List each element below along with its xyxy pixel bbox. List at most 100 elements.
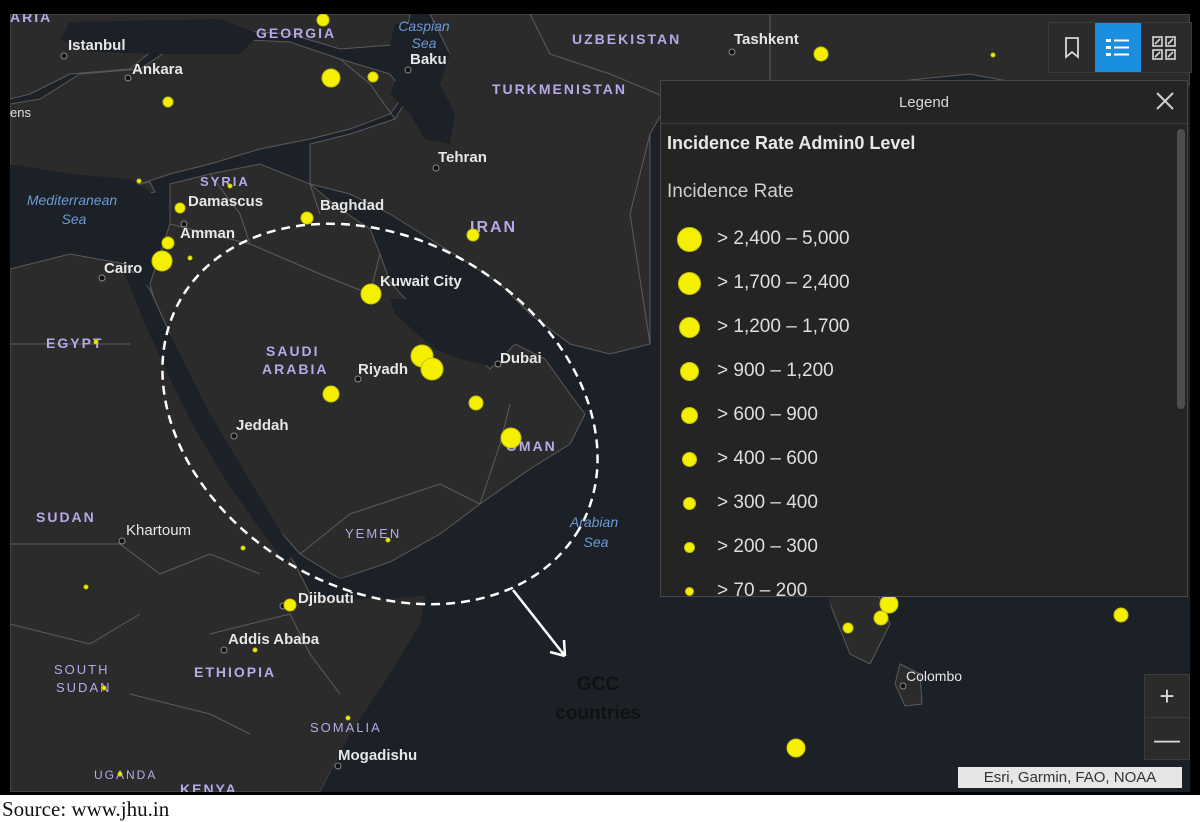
legend-symbol bbox=[682, 496, 696, 510]
legend-item: > 1,700 – 2,400 bbox=[661, 261, 1171, 305]
city-jeddah: Jeddah bbox=[236, 417, 289, 434]
label-uganda: UGANDA bbox=[94, 768, 157, 782]
basemap-button[interactable] bbox=[1141, 23, 1187, 72]
incidence-marker[interactable] bbox=[420, 357, 444, 381]
label-south: SOUTH bbox=[54, 662, 110, 677]
label-caspian-sea: Sea bbox=[412, 35, 437, 51]
bookmark-button[interactable] bbox=[1049, 23, 1095, 72]
incidence-marker[interactable] bbox=[322, 385, 340, 403]
city-damascus: Damascus bbox=[188, 193, 263, 210]
legend-symbol bbox=[683, 541, 695, 553]
legend-item: > 400 – 600 bbox=[661, 437, 1171, 481]
close-icon[interactable] bbox=[1153, 89, 1177, 113]
incidence-marker[interactable] bbox=[136, 178, 142, 184]
legend-layer-title: Incidence Rate Admin0 Level bbox=[667, 133, 916, 153]
legend-item: > 70 – 200 bbox=[661, 569, 1171, 613]
incidence-marker[interactable] bbox=[101, 685, 107, 691]
label-arabian-sea: Sea bbox=[584, 534, 609, 550]
legend-item: > 600 – 900 bbox=[661, 393, 1171, 437]
incidence-marker[interactable] bbox=[240, 545, 246, 551]
city-amman: Amman bbox=[180, 225, 235, 242]
legend-symbol bbox=[684, 586, 694, 596]
list-icon bbox=[1106, 38, 1129, 56]
incidence-marker[interactable] bbox=[990, 52, 996, 58]
legend-field-title: Incidence Rate bbox=[667, 181, 794, 202]
label-turkmenistan: TURKMENISTAN bbox=[492, 81, 627, 97]
incidence-marker[interactable] bbox=[161, 236, 175, 250]
legend-item-label: > 200 – 300 bbox=[717, 536, 818, 557]
zoom-in-button[interactable]: + bbox=[1145, 675, 1189, 717]
gcc-label-line2: countries bbox=[555, 703, 641, 724]
incidence-marker[interactable] bbox=[360, 283, 382, 305]
label-ethiopia: ETHIOPIA bbox=[194, 664, 276, 680]
map-frame: ARIA GEORGIA UZBEKISTAN TURKMENISTAN SYR… bbox=[0, 0, 1200, 795]
incidence-marker[interactable] bbox=[162, 96, 174, 108]
label-kenya: KENYA bbox=[180, 781, 238, 792]
incidence-marker[interactable] bbox=[283, 598, 297, 612]
zoom-control: + — bbox=[1144, 674, 1190, 760]
city-mogadishu: Mogadishu bbox=[338, 747, 417, 764]
label-arabian: Arabian bbox=[569, 514, 618, 530]
incidence-marker[interactable] bbox=[367, 71, 379, 83]
legend-item-label: > 900 – 1,200 bbox=[717, 360, 834, 381]
legend-symbol bbox=[676, 226, 702, 252]
incidence-marker[interactable] bbox=[151, 250, 173, 272]
source-caption: Source: www.jhu.in bbox=[2, 797, 170, 821]
legend-item: > 200 – 300 bbox=[661, 525, 1171, 569]
city-tashkent: Tashkent bbox=[734, 31, 799, 48]
incidence-marker[interactable] bbox=[321, 68, 341, 88]
city-ankara: Ankara bbox=[132, 61, 184, 78]
incidence-marker[interactable] bbox=[468, 395, 484, 411]
incidence-marker[interactable] bbox=[174, 202, 186, 214]
label-caspian: Caspian bbox=[398, 18, 450, 34]
incidence-marker[interactable] bbox=[227, 183, 233, 189]
legend-button[interactable] bbox=[1095, 23, 1141, 72]
incidence-marker[interactable] bbox=[345, 715, 351, 721]
incidence-marker[interactable] bbox=[117, 771, 123, 777]
city-dot-ankara bbox=[124, 74, 132, 82]
city-dubai: Dubai bbox=[500, 350, 542, 367]
legend-scrollbar[interactable] bbox=[1177, 129, 1185, 409]
legend-item: > 1,200 – 1,700 bbox=[661, 305, 1171, 349]
zoom-out-button[interactable]: — bbox=[1145, 717, 1189, 760]
incidence-marker[interactable] bbox=[83, 584, 89, 590]
legend-symbol bbox=[680, 406, 698, 424]
legend-symbol bbox=[677, 271, 701, 295]
incidence-marker[interactable] bbox=[813, 46, 829, 62]
legend-items: > 2,400 – 5,000 > 1,700 – 2,400 > 1,200 – … bbox=[661, 217, 1171, 613]
incidence-marker[interactable] bbox=[500, 427, 522, 449]
bookmark-icon bbox=[1065, 36, 1079, 59]
incidence-marker[interactable] bbox=[873, 610, 889, 626]
city-cairo: Cairo bbox=[104, 260, 142, 277]
incidence-marker[interactable] bbox=[316, 14, 330, 27]
legend-item-label: > 2,400 – 5,000 bbox=[717, 228, 850, 249]
incidence-marker[interactable] bbox=[252, 647, 258, 653]
label-mediterranean-sea: Sea bbox=[62, 211, 87, 227]
incidence-marker[interactable] bbox=[842, 622, 854, 634]
gcc-label-line1: GCC bbox=[577, 674, 620, 695]
incidence-marker[interactable] bbox=[466, 228, 480, 242]
legend-symbol bbox=[678, 316, 700, 338]
incidence-marker[interactable] bbox=[385, 537, 391, 543]
label-yemen: YEMEN bbox=[345, 526, 401, 541]
city-tehran: Tehran bbox=[438, 149, 487, 166]
legend-header: Legend bbox=[661, 81, 1187, 124]
incidence-marker[interactable] bbox=[93, 339, 99, 345]
legend-item-label: > 600 – 900 bbox=[717, 404, 818, 425]
incidence-marker[interactable] bbox=[300, 211, 314, 225]
label-georgia: GEORGIA bbox=[256, 25, 336, 41]
legend-item-label: > 70 – 200 bbox=[717, 580, 808, 601]
city-baku: Baku bbox=[410, 51, 447, 68]
city-colombo: Colombo bbox=[906, 668, 962, 684]
incidence-marker[interactable] bbox=[187, 255, 193, 261]
city-dot-tashkent bbox=[728, 48, 736, 56]
attribution: Esri, Garmin, FAO, NOAA bbox=[958, 767, 1182, 788]
incidence-marker[interactable] bbox=[786, 738, 806, 758]
city-dot-khartoum bbox=[118, 537, 126, 545]
grid-icon bbox=[1152, 35, 1176, 60]
label-ens: ens bbox=[10, 105, 31, 120]
city-dot-addis bbox=[220, 646, 228, 654]
label-somalia: SOMALIA bbox=[310, 720, 382, 735]
label-mediterranean: Mediterranean bbox=[27, 192, 117, 208]
legend-item-label: > 400 – 600 bbox=[717, 448, 818, 469]
